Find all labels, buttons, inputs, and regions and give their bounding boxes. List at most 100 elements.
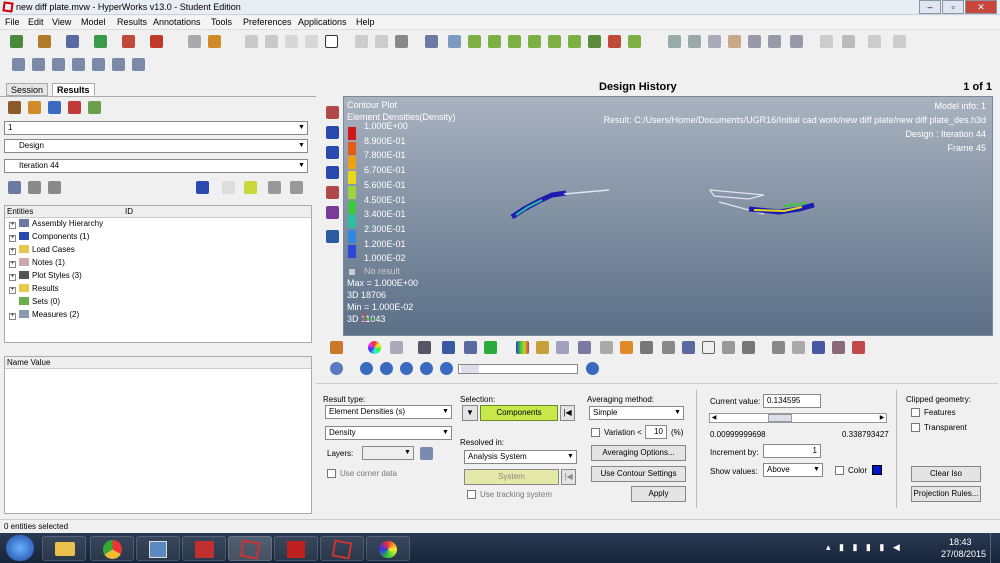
resolved-in-dropdown[interactable]: Analysis System ▼ (464, 450, 577, 464)
menu-file[interactable]: File (5, 17, 20, 27)
result-icon-4[interactable] (68, 101, 81, 114)
menu-edit[interactable]: Edit (28, 17, 44, 27)
expand-tree-icon[interactable] (28, 181, 41, 194)
save-session-icon[interactable] (66, 35, 79, 48)
add-page-icon[interactable] (285, 35, 298, 48)
side-tool-1[interactable] (326, 106, 339, 119)
fit-icon[interactable] (628, 35, 641, 48)
page-table-icon[interactable] (52, 58, 65, 71)
selection-reset-button[interactable]: |◀ (560, 405, 575, 421)
capture-icon[interactable] (395, 35, 408, 48)
view-z-icon[interactable] (508, 35, 521, 48)
contour-settings-button[interactable]: Use Contour Settings (591, 466, 686, 482)
frame-slider-thumb[interactable] (461, 365, 479, 373)
side-tool-5[interactable] (326, 186, 339, 199)
view-x-icon[interactable] (468, 35, 481, 48)
result-icon-2[interactable] (28, 101, 41, 114)
tree-item-load-cases[interactable]: + Load Cases (9, 244, 75, 255)
tree-item-notes[interactable]: + Notes (1) (9, 257, 65, 268)
measure-icon[interactable] (722, 341, 735, 354)
copy-icon[interactable] (842, 35, 855, 48)
filter-funnel-icon[interactable] (682, 341, 695, 354)
components-selector[interactable]: Components (480, 405, 558, 421)
averaging-dropdown[interactable]: Simple ▼ (589, 406, 684, 420)
spin-icon[interactable] (768, 35, 781, 48)
use-corner-checkbox[interactable]: Use corner data (327, 469, 397, 478)
menu-view[interactable]: View (52, 17, 71, 27)
paint-taskbar-icon[interactable] (366, 536, 410, 561)
chrome-taskbar-icon[interactable] (90, 536, 134, 561)
variation-input[interactable]: 10 (645, 425, 667, 439)
window-layout-icon[interactable] (355, 35, 368, 48)
minimize-button[interactable]: – (919, 0, 941, 14)
averaging-options-button[interactable]: Averaging Options... (591, 445, 686, 461)
iteration-dropdown[interactable]: Iteration 44 ▼ (4, 159, 308, 173)
step-forward-icon[interactable] (420, 362, 433, 375)
arrows-horizontal-icon[interactable] (748, 35, 761, 48)
tab-session[interactable]: Session (6, 83, 49, 96)
side-tool-4[interactable] (326, 166, 339, 179)
funnel-icon[interactable] (420, 447, 433, 460)
page-video-icon[interactable] (112, 58, 125, 71)
skip-end-icon[interactable] (440, 362, 453, 375)
solidworks-taskbar-icon[interactable] (182, 536, 226, 561)
animation-settings-icon[interactable] (586, 362, 599, 375)
selection-arrow-button[interactable]: ▼ (462, 405, 478, 421)
page-window-icon[interactable] (12, 58, 25, 71)
query-icon[interactable] (640, 341, 653, 354)
frame-slider[interactable] (458, 364, 578, 374)
zoom-out-icon[interactable] (688, 35, 701, 48)
ppt-export-icon[interactable] (150, 35, 163, 48)
mesh-icon[interactable] (390, 341, 403, 354)
increment-input[interactable]: 1 (763, 444, 821, 458)
forward-page-icon[interactable] (265, 35, 278, 48)
side-tool-2[interactable] (326, 126, 339, 139)
projection-rules-button[interactable]: Projection Rules... (911, 486, 981, 502)
clock-time[interactable]: 18:43 (949, 537, 972, 547)
show-desktop-button[interactable] (990, 533, 1000, 563)
side-tool-6[interactable] (326, 206, 339, 219)
result-icon-3[interactable] (48, 101, 61, 114)
menu-annotations[interactable]: Annotations (153, 17, 201, 27)
menu-preferences[interactable]: Preferences (243, 17, 292, 27)
cube-icon[interactable] (196, 181, 209, 194)
apply-button[interactable]: Apply (631, 486, 686, 502)
clear-iso-button[interactable]: Clear Iso (911, 466, 981, 482)
zoom-icon[interactable] (425, 35, 438, 48)
tree-item-measures[interactable]: + Measures (2) (9, 309, 79, 320)
layout-icon[interactable] (325, 35, 338, 48)
pen-icon[interactable] (600, 341, 613, 354)
result-icon-1[interactable] (8, 101, 21, 114)
color-checkbox[interactable]: Color (835, 466, 867, 475)
page-camera-icon[interactable] (132, 58, 145, 71)
iso-view-icon[interactable] (588, 35, 601, 48)
sync-icon[interactable] (375, 35, 388, 48)
close-button[interactable]: ✕ (965, 0, 997, 14)
tree-item-results[interactable]: + Results (9, 283, 59, 294)
monitor-icon[interactable] (326, 230, 339, 243)
hyperworks-desktop-taskbar-icon[interactable] (136, 536, 180, 561)
deform-icon[interactable] (464, 341, 477, 354)
result-type-dropdown[interactable]: Element Densities (s) ▼ (325, 405, 452, 419)
open-model-icon[interactable] (10, 35, 23, 48)
view-xneg-icon[interactable] (488, 35, 501, 48)
menu-tools[interactable]: Tools (211, 17, 232, 27)
collapse-tree-icon[interactable] (48, 181, 61, 194)
marker-icon[interactable] (812, 341, 825, 354)
tracking-icon[interactable] (772, 341, 785, 354)
tray-icons[interactable]: ▴ ▮ ▮ ▮ ▮ ◀ (826, 542, 922, 554)
contour-bar-icon[interactable] (516, 341, 529, 354)
view-y-icon[interactable] (548, 35, 561, 48)
delete-page-icon[interactable] (305, 35, 318, 48)
clock-date[interactable]: 27/08/2015 (941, 549, 986, 559)
tensor-icon[interactable] (556, 341, 569, 354)
back-page-icon[interactable] (245, 35, 258, 48)
step-back-icon[interactable] (380, 362, 393, 375)
hypermesh-taskbar-icon[interactable] (320, 536, 364, 561)
add-green-icon[interactable] (484, 341, 497, 354)
result-component-dropdown[interactable]: Density ▼ (325, 426, 452, 440)
explorer-taskbar-icon[interactable] (42, 536, 86, 561)
animation-mode-icon[interactable] (330, 362, 343, 375)
show-hide-icon[interactable] (268, 181, 281, 194)
use-tracking-checkbox[interactable]: Use tracking system (467, 490, 552, 499)
